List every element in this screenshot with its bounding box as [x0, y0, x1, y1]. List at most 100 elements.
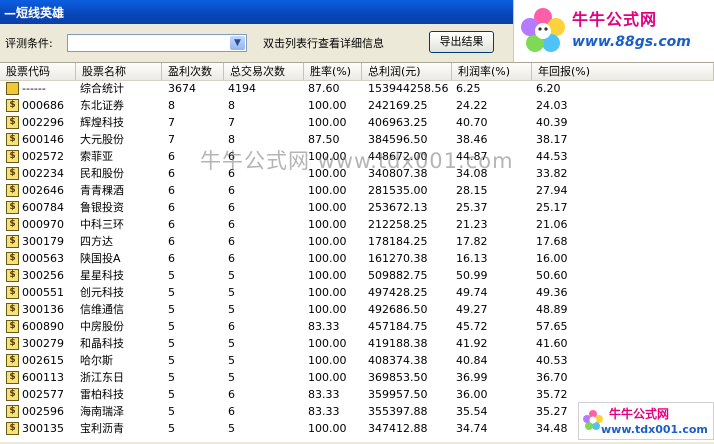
col-trades[interactable]: 总交易次数 [224, 63, 304, 80]
table-row[interactable]: $000970 中科三环 6 6 100.00 212258.25 21.23 21.06 [0, 216, 714, 233]
table-row[interactable]: $600113 浙江东日 5 5 100.00 369853.50 36.99 36.70 [0, 369, 714, 386]
cell-code: 300179 [22, 235, 64, 248]
table-row[interactable]: $300136 信维通信 5 5 100.00 492686.50 49.27 48.89 [0, 301, 714, 318]
cell-wins: 5 [168, 388, 175, 401]
logo-url: www.88gs.com [572, 34, 691, 50]
cell-profit: 178184.25 [368, 235, 428, 248]
stock-icon: $ [6, 269, 19, 282]
cell-name: 鲁银投资 [80, 201, 124, 214]
cell-margin: 49.27 [456, 303, 488, 316]
cell-annual: 50.60 [536, 269, 568, 282]
cell-margin: 6.25 [456, 82, 481, 95]
cell-trades: 6 [228, 252, 235, 265]
table-row[interactable]: $600890 中房股份 5 6 83.33 457184.75 45.72 57.65 [0, 318, 714, 335]
chevron-down-icon[interactable]: ▼ [230, 36, 245, 50]
cell-rate: 100.00 [308, 354, 347, 367]
col-annual[interactable]: 年回报(%) [532, 63, 714, 80]
cell-profit: 161270.38 [368, 252, 428, 265]
watermark-text: 牛牛公式网 www.tdx001.com [200, 149, 514, 173]
stock-icon: $ [6, 150, 19, 163]
cell-wins: 5 [168, 371, 175, 384]
cell-wins: 6 [168, 201, 175, 214]
cell-profit: 509882.75 [368, 269, 428, 282]
cell-trades: 6 [228, 405, 235, 418]
table-row[interactable]: $300256 星星科技 5 5 100.00 509882.75 50.99 50.60 [0, 267, 714, 284]
cell-rate: 100.00 [308, 235, 347, 248]
table-row[interactable]: $000563 陕国投A 6 6 100.00 161270.38 16.13 16.00 [0, 250, 714, 267]
cell-wins: 8 [168, 99, 175, 112]
table-row[interactable]: $600784 鲁银投资 6 6 100.00 253672.13 25.37 25.17 [0, 199, 714, 216]
cell-annual: 25.17 [536, 201, 568, 214]
cell-profit: 406963.25 [368, 116, 428, 129]
cell-trades: 6 [228, 201, 235, 214]
cell-wins: 5 [168, 303, 175, 316]
cell-rate: 100.00 [308, 184, 347, 197]
cell-profit: 281535.00 [368, 184, 428, 197]
stock-icon: $ [6, 235, 19, 248]
stock-icon: $ [6, 116, 19, 129]
cell-code: 600146 [22, 133, 64, 146]
table-row[interactable]: $002615 哈尔斯 5 5 100.00 408374.38 40.84 40.53 [0, 352, 714, 369]
cell-trades: 4194 [228, 82, 256, 95]
stock-icon: $ [6, 99, 19, 112]
cell-code: 002615 [22, 354, 64, 367]
brand-logo: 牛牛公式网 www.88gs.com [513, 0, 714, 62]
table-row[interactable]: $300279 和晶科技 5 5 100.00 419188.38 41.92 41.60 [0, 335, 714, 352]
col-profit[interactable]: 总利润(元) [362, 63, 452, 80]
table-row[interactable]: $002296 辉煌科技 7 7 100.00 406963.25 40.70 40.39 [0, 114, 714, 131]
table-row[interactable]: $002577 雷柏科技 5 6 83.33 359957.50 36.00 35.72 [0, 386, 714, 403]
cell-code: 300136 [22, 303, 64, 316]
cell-code: 000563 [22, 252, 64, 265]
stock-icon: $ [6, 405, 19, 418]
cell-margin: 16.13 [456, 252, 488, 265]
cell-annual: 48.89 [536, 303, 568, 316]
cell-code: 300279 [22, 337, 64, 350]
cell-name: 哈尔斯 [80, 354, 113, 367]
cell-margin: 40.84 [456, 354, 488, 367]
cell-margin: 17.82 [456, 235, 488, 248]
col-rate[interactable]: 胜率(%) [304, 63, 362, 80]
cell-name: 大元股份 [80, 133, 124, 146]
cell-name: 东北证券 [80, 99, 124, 112]
cell-name: 浙江东日 [80, 371, 124, 384]
cell-name: 海南瑞泽 [80, 405, 124, 418]
col-code[interactable]: 股票代码 [0, 63, 76, 80]
cell-wins: 3674 [168, 82, 196, 95]
watermark-logo-brand: 牛牛公式网 [609, 407, 670, 421]
cell-rate: 100.00 [308, 371, 347, 384]
col-wins[interactable]: 盈利次数 [162, 63, 224, 80]
cell-rate: 83.33 [308, 405, 340, 418]
cell-annual: 33.82 [536, 167, 568, 180]
cell-rate: 100.00 [308, 337, 347, 350]
cell-wins: 7 [168, 133, 175, 146]
table-row[interactable]: $000551 创元科技 5 5 100.00 497428.25 49.74 49.36 [0, 284, 714, 301]
cell-rate: 83.33 [308, 320, 340, 333]
cell-margin: 36.00 [456, 388, 488, 401]
cell-wins: 5 [168, 286, 175, 299]
table-row[interactable]: $300179 四方达 6 6 100.00 178184.25 17.82 17.68 [0, 233, 714, 250]
cell-annual: 36.70 [536, 371, 568, 384]
cell-name: 中科三环 [80, 218, 124, 231]
cell-code: 000551 [22, 286, 64, 299]
col-name[interactable]: 股票名称 [76, 63, 162, 80]
cell-wins: 6 [168, 150, 175, 163]
cell-margin: 24.22 [456, 99, 488, 112]
cell-trades: 6 [228, 218, 235, 231]
results-table[interactable]: 股票代码 股票名称 盈利次数 总交易次数 胜率(%) 总利润(元) 利润率(%)… [0, 62, 714, 443]
table-row[interactable]: ------ 综合统计 3674 4194 87.60 153944258.56 6.25 6… [0, 80, 714, 97]
cell-wins: 5 [168, 405, 175, 418]
col-margin[interactable]: 利润率(%) [452, 63, 532, 80]
cell-profit: 457184.75 [368, 320, 428, 333]
table-row[interactable]: $000686 东北证券 8 8 100.00 242169.25 24.22 24.03 [0, 97, 714, 114]
condition-select[interactable]: ▼ [67, 34, 247, 52]
cell-trades: 5 [228, 303, 235, 316]
flower-logo-icon [521, 8, 565, 52]
cell-wins: 6 [168, 167, 175, 180]
cell-annual: 16.00 [536, 252, 568, 265]
cell-rate: 100.00 [308, 252, 347, 265]
cell-margin: 36.99 [456, 371, 488, 384]
cell-profit: 359957.50 [368, 388, 428, 401]
export-button[interactable]: 导出结果 [429, 31, 494, 53]
cell-name: 星星科技 [80, 269, 124, 282]
table-row[interactable]: $002646 青青稞酒 6 6 100.00 281535.00 28.15 27.94 [0, 182, 714, 199]
